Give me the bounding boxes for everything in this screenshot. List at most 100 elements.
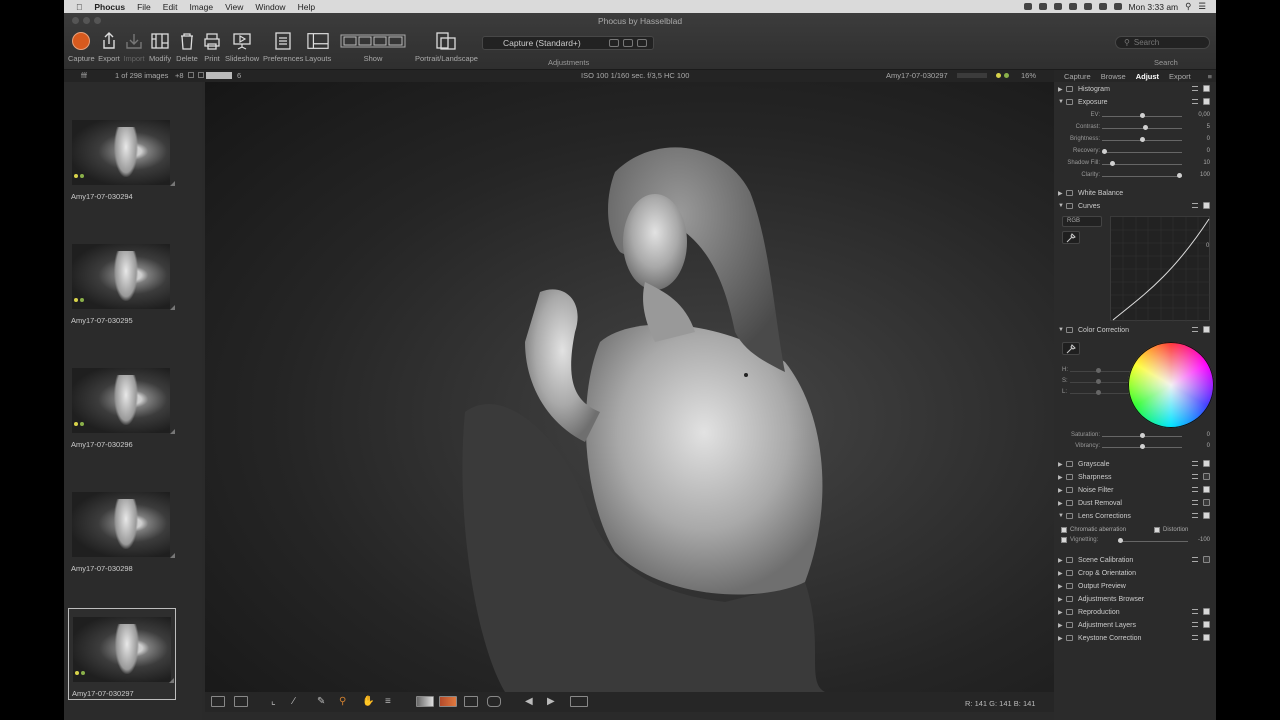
delete-button[interactable]: Delete bbox=[176, 31, 198, 63]
color-wheel[interactable] bbox=[1128, 342, 1214, 428]
export-button[interactable]: Export bbox=[98, 31, 120, 63]
disclosure-down-icon[interactable]: ▼ bbox=[1058, 203, 1066, 209]
copy-icon[interactable] bbox=[637, 39, 647, 47]
recovery-slider[interactable]: Recovery: 0 bbox=[1058, 147, 1212, 158]
tool-checkbox[interactable] bbox=[1203, 621, 1210, 628]
tool-checkbox[interactable] bbox=[1203, 460, 1210, 467]
slideshow-button[interactable]: Slideshow bbox=[225, 31, 259, 63]
compare-icon[interactable] bbox=[623, 39, 633, 47]
disclosure-right-icon[interactable]: ▶ bbox=[1058, 487, 1066, 494]
tool-checkbox[interactable] bbox=[1203, 499, 1210, 506]
print-button[interactable]: Print bbox=[201, 31, 223, 63]
rating-filter-icon[interactable] bbox=[206, 72, 232, 79]
menu-window[interactable]: Window bbox=[255, 2, 285, 12]
menu-image[interactable]: Image bbox=[189, 2, 213, 12]
color-tags[interactable] bbox=[957, 73, 987, 78]
search-input[interactable]: ⚲ Search bbox=[1115, 36, 1210, 49]
tool-menu-icon[interactable] bbox=[1192, 513, 1198, 518]
tool-menu-icon[interactable] bbox=[1192, 99, 1198, 104]
menu-file[interactable]: File bbox=[137, 2, 151, 12]
brush-tool-icon[interactable]: ✎ bbox=[317, 696, 331, 707]
tool-exposure[interactable]: ▼ Exposure bbox=[1058, 96, 1212, 108]
capture-button[interactable]: Capture bbox=[68, 31, 95, 63]
clarity-slider[interactable]: Clarity: 100 bbox=[1058, 171, 1212, 182]
ev-slider[interactable]: EV: 0,00 bbox=[1058, 111, 1212, 122]
modify-button[interactable]: Modify bbox=[149, 31, 171, 63]
status-icon[interactable] bbox=[1053, 3, 1062, 10]
battery-icon[interactable] bbox=[1113, 3, 1122, 10]
crop-tool-icon[interactable]: ⌞ bbox=[271, 696, 285, 707]
tool-checkbox[interactable] bbox=[1203, 202, 1210, 209]
chromatic-aberration-checkbox[interactable]: Chromatic aberration bbox=[1061, 527, 1126, 533]
curve-channel-select[interactable]: RGB bbox=[1062, 216, 1102, 227]
tool-lens-corrections[interactable]: ▼ Lens Corrections bbox=[1058, 510, 1212, 522]
tool-grayscale[interactable]: ▶ Grayscale bbox=[1058, 458, 1212, 470]
menu-edit[interactable]: Edit bbox=[163, 2, 178, 12]
adjustment-preset-select[interactable]: Capture (Standard+) bbox=[482, 36, 654, 50]
disclosure-right-icon[interactable]: ▶ bbox=[1058, 190, 1066, 197]
vibrancy-slider[interactable]: Vibrancy: 0 bbox=[1058, 442, 1212, 453]
status-icon[interactable] bbox=[1023, 3, 1032, 10]
curve-graph[interactable] bbox=[1110, 216, 1211, 322]
exposure-warning-icon[interactable] bbox=[416, 696, 434, 707]
disclosure-right-icon[interactable]: ▶ bbox=[1058, 474, 1066, 481]
tool-checkbox[interactable] bbox=[1203, 473, 1210, 480]
tool-menu-icon[interactable] bbox=[1192, 203, 1198, 208]
menu-help[interactable]: Help bbox=[298, 2, 315, 12]
thumbnail[interactable]: Amy17-07-030296 bbox=[68, 360, 176, 452]
tool-keystone-correction[interactable]: ▶ Keystone Correction bbox=[1058, 632, 1212, 644]
wifi-icon[interactable] bbox=[1083, 3, 1092, 10]
next-image-icon[interactable]: ▶ bbox=[547, 696, 561, 707]
color-eyedropper-icon[interactable] bbox=[1062, 342, 1080, 355]
grid-toggle-icon[interactable] bbox=[188, 72, 194, 78]
tool-checkbox[interactable] bbox=[1203, 98, 1210, 105]
list-toggle-icon[interactable] bbox=[198, 72, 204, 78]
tool-adjustments-browser[interactable]: ▶ Adjustments Browser bbox=[1058, 593, 1212, 605]
saturation-slider[interactable]: Saturation: 0 bbox=[1058, 431, 1212, 442]
previous-image-icon[interactable]: ◀ bbox=[525, 696, 539, 707]
disclosure-right-icon[interactable]: ▶ bbox=[1058, 635, 1066, 642]
tool-output-preview[interactable]: ▶ Output Preview bbox=[1058, 580, 1212, 592]
thumbnail[interactable]: Amy17-07-030295 bbox=[68, 236, 176, 328]
compare-view-icon[interactable] bbox=[211, 696, 225, 707]
disclosure-right-icon[interactable]: ▶ bbox=[1058, 570, 1066, 577]
disclosure-down-icon[interactable]: ▼ bbox=[1058, 327, 1066, 333]
disclosure-right-icon[interactable]: ▶ bbox=[1058, 500, 1066, 507]
spotlight-icon[interactable]: ⚲ bbox=[1185, 1, 1191, 12]
tool-checkbox[interactable] bbox=[1203, 512, 1210, 519]
tool-menu-icon[interactable] bbox=[1192, 609, 1198, 614]
tool-menu-icon[interactable] bbox=[1192, 474, 1198, 479]
thumbnail[interactable]: Amy17-07-030298 bbox=[68, 484, 176, 576]
straighten-tool-icon[interactable]: ∕ bbox=[293, 696, 307, 707]
list-tool-icon[interactable]: ≡ bbox=[385, 696, 399, 707]
tool-histogram[interactable]: ▶ Histogram bbox=[1058, 83, 1212, 95]
folder-name[interactable]: fff bbox=[81, 71, 87, 80]
thumbnail-selected[interactable]: Amy17-07-030297 bbox=[68, 608, 176, 700]
clock[interactable]: Mon 3:33 am bbox=[1129, 2, 1179, 12]
status-icon[interactable] bbox=[1038, 3, 1047, 10]
mask-overlay-icon[interactable] bbox=[487, 696, 501, 707]
tool-checkbox[interactable] bbox=[1203, 486, 1210, 493]
tool-noise-filter[interactable]: ▶ Noise Filter bbox=[1058, 484, 1212, 496]
tool-adjustment-layers[interactable]: ▶ Adjustment Layers bbox=[1058, 619, 1212, 631]
hand-tool-icon[interactable]: ✋ bbox=[362, 696, 376, 707]
show-group[interactable]: Show bbox=[340, 31, 406, 63]
disclosure-down-icon[interactable]: ▼ bbox=[1058, 99, 1066, 105]
distortion-checkbox[interactable]: Distortion bbox=[1154, 527, 1188, 533]
tool-checkbox[interactable] bbox=[1203, 634, 1210, 641]
image-viewer[interactable] bbox=[205, 82, 1055, 692]
tool-checkbox[interactable] bbox=[1203, 556, 1210, 563]
zoom-level[interactable]: 16% bbox=[1021, 71, 1036, 80]
tool-curves[interactable]: ▼ Curves bbox=[1058, 200, 1212, 212]
grid-overlay-icon[interactable] bbox=[464, 696, 478, 707]
shadow-fill-slider[interactable]: Shadow Fill: 10 bbox=[1058, 159, 1212, 170]
tool-color-correction[interactable]: ▼ Color Correction bbox=[1058, 324, 1212, 336]
undo-icon[interactable] bbox=[609, 39, 619, 47]
disclosure-right-icon[interactable]: ▶ bbox=[1058, 622, 1066, 629]
menu-phocus[interactable]: Phocus bbox=[94, 2, 125, 12]
tag-yellow-icon[interactable] bbox=[996, 73, 1001, 78]
disclosure-right-icon[interactable]: ▶ bbox=[1058, 557, 1066, 564]
single-view-icon[interactable] bbox=[234, 696, 248, 707]
tool-crop-orientation[interactable]: ▶ Crop & Orientation bbox=[1058, 567, 1212, 579]
layouts-button[interactable]: Layouts bbox=[305, 31, 331, 63]
